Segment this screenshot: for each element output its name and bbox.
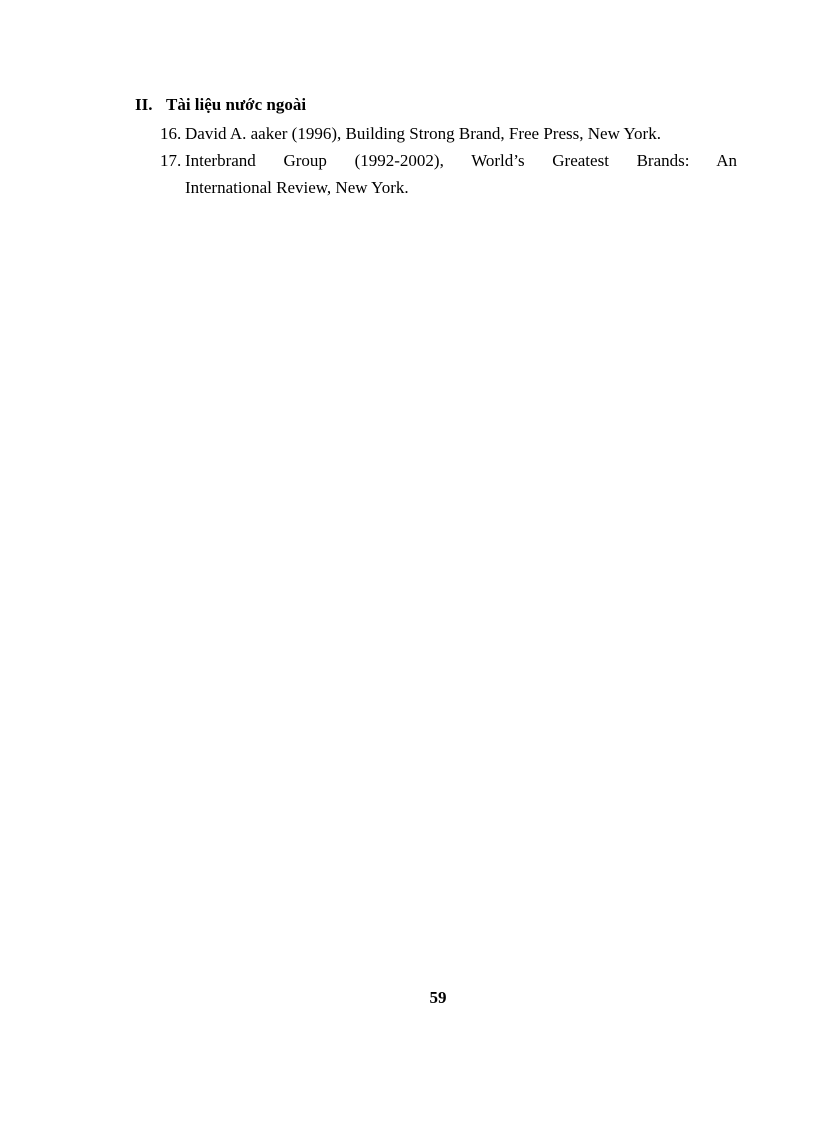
section-number: II. [135,95,153,114]
reference-text: Interbrand Group (1992-2002), World’s Gr… [185,151,737,170]
section-title: Tài liệu nước ngoài [166,95,307,114]
reference-number: 16. [160,124,182,143]
reference-item: 17. Interbrand Group (1992-2002), World’s… [160,147,737,201]
reference-number: 17. [160,151,182,170]
reference-text: David A. aaker (1996), Building Strong B… [185,124,661,143]
reference-item: 16. David A. aaker (1996), Building Stron… [160,120,737,147]
section-heading: II. Tài liệu nước ngoài [135,95,306,115]
reference-line-2: International Review, New York. [185,178,409,197]
page-number: 59 [429,988,447,1007]
reference-line-1: 17. Interbrand Group (1992-2002), World’s… [160,147,737,174]
